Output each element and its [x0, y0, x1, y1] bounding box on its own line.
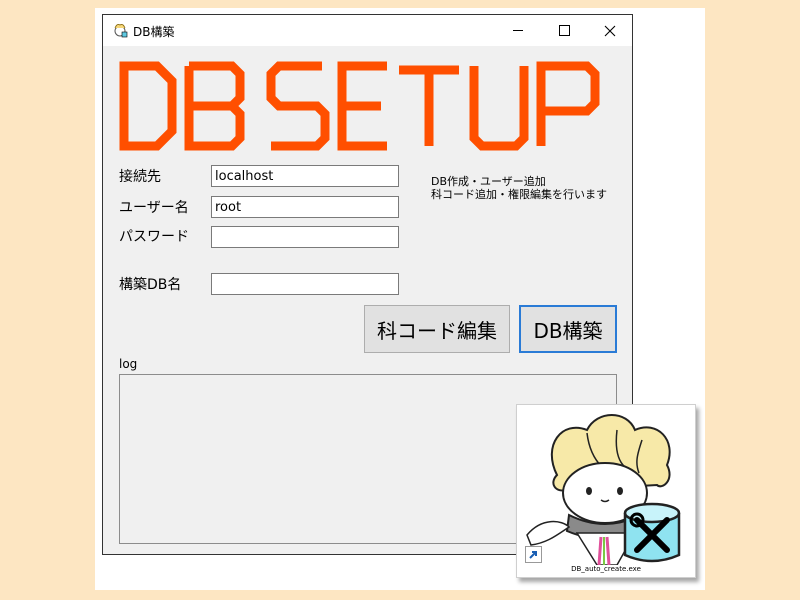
- close-button[interactable]: [587, 15, 633, 46]
- dbname-label: 構築DB名: [119, 277, 182, 293]
- user-label: ユーザー名: [119, 200, 189, 216]
- maximize-icon: [558, 25, 570, 36]
- user-input[interactable]: [211, 196, 399, 218]
- app-icon: [114, 24, 128, 38]
- title-bar: DB構築: [103, 15, 632, 46]
- shortcut-icon-tile[interactable]: DB_auto_create.exe: [516, 404, 696, 578]
- maximize-button[interactable]: [541, 15, 587, 46]
- info-text: DB作成・ユーザー追加 科コード追加・権限編集を行います: [431, 175, 607, 201]
- shortcut-filename: DB_auto_create.exe: [571, 565, 641, 573]
- mascot-database-tools-icon: [526, 414, 681, 566]
- minimize-icon: [513, 30, 523, 31]
- banner-logo: [119, 61, 600, 151]
- log-label: log: [119, 357, 138, 371]
- build-db-button[interactable]: DB構築: [519, 305, 617, 353]
- window-title: DB構築: [133, 25, 175, 39]
- info-line-2: 科コード追加・権限編集を行います: [431, 188, 607, 201]
- edit-code-button[interactable]: 科コード編集: [364, 305, 510, 353]
- password-label: パスワード: [119, 229, 189, 245]
- dbname-input[interactable]: [211, 273, 399, 295]
- host-label: 接続先: [119, 169, 161, 185]
- shortcut-arrow-icon: [525, 546, 542, 563]
- password-input[interactable]: [211, 226, 399, 248]
- minimize-button[interactable]: [495, 15, 541, 46]
- close-icon: [604, 25, 616, 36]
- host-input[interactable]: [211, 165, 399, 187]
- info-line-1: DB作成・ユーザー追加: [431, 175, 546, 188]
